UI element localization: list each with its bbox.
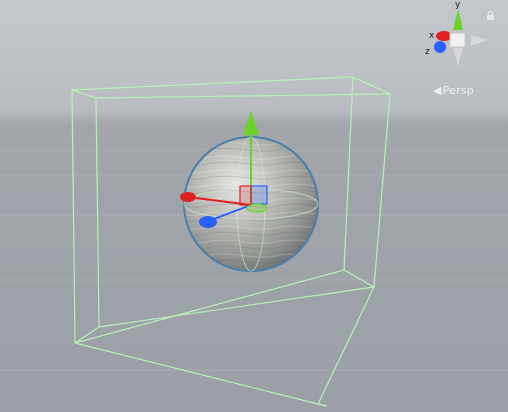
xz-plane-handle xyxy=(246,203,268,213)
scene-viewport[interactable]: y x z ◀Persp xyxy=(0,0,508,412)
y-axis-arrow xyxy=(243,111,259,135)
gizmo-center-cube xyxy=(449,32,466,48)
gizmo-y-label: y xyxy=(455,0,461,10)
yz-plane-handle xyxy=(239,185,252,206)
lock-icon[interactable] xyxy=(486,5,495,20)
x-axis-arrow xyxy=(180,192,196,202)
z-axis-arrow xyxy=(199,216,217,228)
gizmo-x-label: x xyxy=(429,31,435,41)
gizmo-z-cone xyxy=(434,41,446,53)
gizmo-y-cone xyxy=(453,9,463,30)
xy-plane-handle xyxy=(250,185,268,205)
projection-toggle[interactable]: ◀Persp xyxy=(433,84,474,97)
projection-label: Persp xyxy=(442,84,474,97)
gizmo-z-label: z xyxy=(425,47,430,57)
perspective-arrow-icon: ◀ xyxy=(433,84,442,97)
scene-canvas[interactable]: y x z xyxy=(0,0,508,412)
scene-orientation-gizmo[interactable]: y x z xyxy=(425,0,488,66)
